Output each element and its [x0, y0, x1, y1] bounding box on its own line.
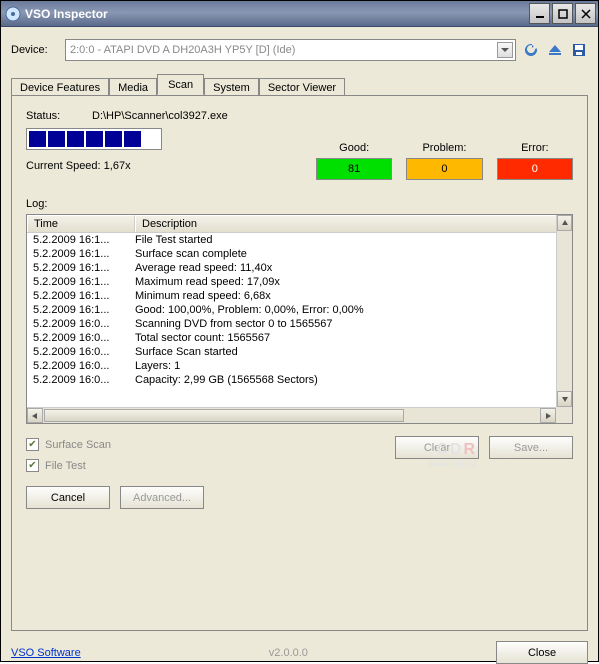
- minimize-button[interactable]: [529, 3, 550, 24]
- log-row[interactable]: 5.2.2009 16:0...Scanning DVD from sector…: [27, 317, 556, 331]
- column-description[interactable]: Description: [135, 215, 572, 232]
- log-description: Minimum read speed: 6,68x: [135, 290, 550, 302]
- log-description: Maximum read speed: 17,09x: [135, 276, 550, 288]
- scroll-right-icon[interactable]: [540, 408, 556, 423]
- save-button[interactable]: Save...: [489, 436, 573, 459]
- tab-system[interactable]: System: [204, 78, 259, 96]
- log-row[interactable]: 5.2.2009 16:0...Total sector count: 1565…: [27, 331, 556, 345]
- scroll-up-icon[interactable]: [557, 215, 572, 231]
- error-label: Error:: [497, 142, 573, 154]
- tab-sector-viewer[interactable]: Sector Viewer: [259, 78, 345, 96]
- log-time: 5.2.2009 16:1...: [33, 276, 135, 288]
- advanced-button[interactable]: Advanced...: [120, 486, 204, 509]
- scroll-left-icon[interactable]: [27, 408, 43, 423]
- status-label: Status:: [26, 110, 92, 122]
- clear-button[interactable]: Clear: [395, 436, 479, 459]
- log-description: Surface scan complete: [135, 248, 550, 260]
- vso-software-link[interactable]: VSO Software: [11, 647, 81, 659]
- log-time: 5.2.2009 16:1...: [33, 290, 135, 302]
- tab-device-features[interactable]: Device Features: [11, 78, 109, 96]
- file-test-checkbox[interactable]: ✔ File Test: [26, 459, 395, 472]
- log-description: File Test started: [135, 234, 550, 246]
- log-description: Layers: 1: [135, 360, 550, 372]
- cancel-button[interactable]: Cancel: [26, 486, 110, 509]
- tab-media[interactable]: Media: [109, 78, 157, 96]
- tabstrip: Device Features Media Scan System Sector…: [11, 73, 588, 95]
- error-value: 0: [497, 158, 573, 180]
- vertical-scrollbar[interactable]: [556, 215, 572, 407]
- surface-scan-label: Surface Scan: [45, 439, 111, 451]
- log-description: Average read speed: 11,40x: [135, 262, 550, 274]
- log-label: Log:: [26, 198, 573, 210]
- log-row[interactable]: 5.2.2009 16:1...Surface scan complete: [27, 247, 556, 261]
- log-time: 5.2.2009 16:0...: [33, 374, 135, 386]
- log-time: 5.2.2009 16:0...: [33, 332, 135, 344]
- close-dialog-button[interactable]: Close: [496, 641, 588, 664]
- scroll-corner: [556, 407, 572, 423]
- scroll-thumb[interactable]: [44, 409, 404, 422]
- log-row[interactable]: 5.2.2009 16:0...Layers: 1: [27, 359, 556, 373]
- column-time[interactable]: Time: [27, 215, 135, 232]
- checkbox-checked-icon: ✔: [26, 459, 39, 472]
- window-title: VSO Inspector: [25, 7, 527, 21]
- log-row[interactable]: 5.2.2009 16:0...Capacity: 2,99 GB (15655…: [27, 373, 556, 387]
- version-label: v2.0.0.0: [81, 647, 496, 659]
- problem-value: 0: [406, 158, 482, 180]
- device-selected: 2:0:0 - ATAPI DVD A DH20A3H YP5Y [D] (Id…: [70, 44, 295, 56]
- tab-panel: Status: D:\HP\Scanner\col3927.exe Curren…: [11, 95, 588, 631]
- good-value: 81: [316, 158, 392, 180]
- log-description: Surface Scan started: [135, 346, 550, 358]
- problem-label: Problem:: [406, 142, 482, 154]
- close-button[interactable]: [575, 3, 596, 24]
- log-row[interactable]: 5.2.2009 16:1...File Test started: [27, 233, 556, 247]
- checkbox-checked-icon: ✔: [26, 438, 39, 451]
- log-time: 5.2.2009 16:1...: [33, 248, 135, 260]
- progress-bar: [26, 128, 162, 150]
- titlebar[interactable]: VSO Inspector: [1, 1, 598, 27]
- log-description: Capacity: 2,99 GB (1565568 Sectors): [135, 374, 550, 386]
- tab-scan[interactable]: Scan: [157, 74, 204, 95]
- maximize-button[interactable]: [552, 3, 573, 24]
- log-time: 5.2.2009 16:1...: [33, 234, 135, 246]
- log-listview[interactable]: Time Description 5.2.2009 16:1...File Te…: [26, 214, 573, 424]
- device-label: Device:: [11, 44, 65, 56]
- log-description: Total sector count: 1565567: [135, 332, 550, 344]
- refresh-icon[interactable]: [522, 41, 540, 59]
- log-row[interactable]: 5.2.2009 16:1...Minimum read speed: 6,68…: [27, 289, 556, 303]
- status-value: D:\HP\Scanner\col3927.exe: [92, 110, 228, 122]
- save-icon[interactable]: [570, 41, 588, 59]
- scroll-down-icon[interactable]: [557, 391, 572, 407]
- eject-icon[interactable]: [546, 41, 564, 59]
- log-row[interactable]: 5.2.2009 16:1...Average read speed: 11,4…: [27, 261, 556, 275]
- horizontal-scrollbar[interactable]: [27, 407, 556, 423]
- log-row[interactable]: 5.2.2009 16:0...Surface Scan started: [27, 345, 556, 359]
- log-description: Good: 100,00%, Problem: 0,00%, Error: 0,…: [135, 304, 550, 316]
- good-label: Good:: [316, 142, 392, 154]
- log-time: 5.2.2009 16:0...: [33, 360, 135, 372]
- log-row[interactable]: 5.2.2009 16:1...Maximum read speed: 17,0…: [27, 275, 556, 289]
- log-description: Scanning DVD from sector 0 to 1565567: [135, 318, 550, 330]
- file-test-label: File Test: [45, 460, 86, 472]
- log-row[interactable]: 5.2.2009 16:1...Good: 100,00%, Problem: …: [27, 303, 556, 317]
- log-time: 5.2.2009 16:1...: [33, 304, 135, 316]
- log-time: 5.2.2009 16:1...: [33, 262, 135, 274]
- chevron-down-icon[interactable]: [497, 42, 513, 58]
- surface-scan-checkbox[interactable]: ✔ Surface Scan: [26, 438, 395, 451]
- device-combo[interactable]: 2:0:0 - ATAPI DVD A DH20A3H YP5Y [D] (Id…: [65, 39, 516, 61]
- log-time: 5.2.2009 16:0...: [33, 346, 135, 358]
- log-time: 5.2.2009 16:0...: [33, 318, 135, 330]
- app-icon: [5, 6, 21, 22]
